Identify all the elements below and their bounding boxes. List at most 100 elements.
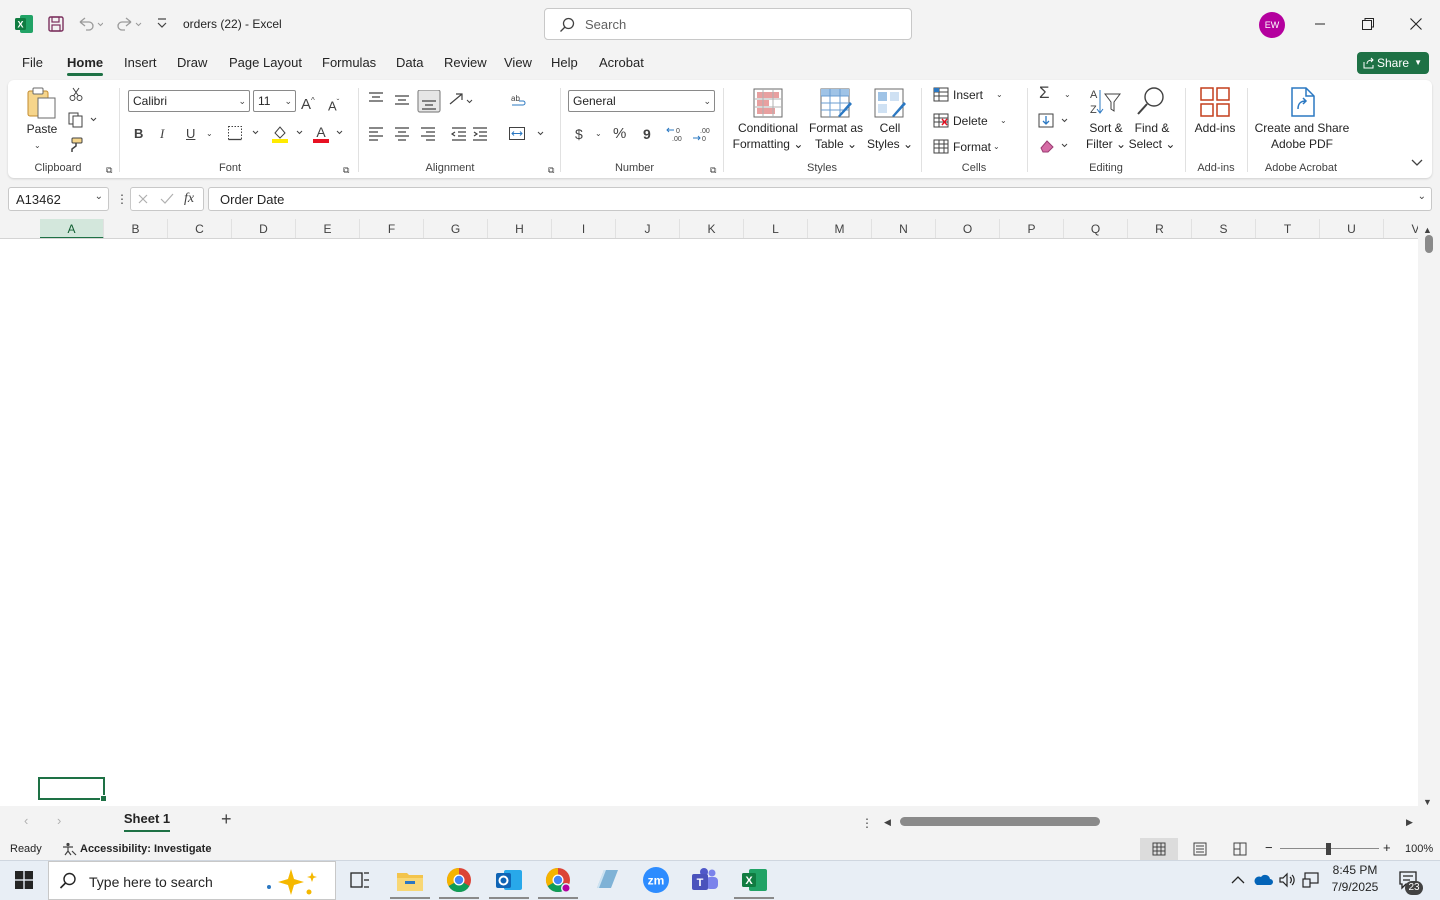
volume-icon[interactable] xyxy=(1278,871,1296,889)
customize-quick-access-icon[interactable] xyxy=(156,17,168,31)
autosum-icon[interactable]: Σ xyxy=(1039,84,1050,101)
paste-chevron-down-icon[interactable]: ⌄ xyxy=(34,138,41,154)
vertical-scrollbar[interactable] xyxy=(1418,219,1440,807)
tab-insert[interactable]: Insert xyxy=(124,55,157,70)
tab-draw[interactable]: Draw xyxy=(177,55,207,70)
chrome-icon[interactable] xyxy=(439,866,479,899)
copy-icon[interactable] xyxy=(68,112,98,128)
create-pdf-icon[interactable] xyxy=(1289,87,1317,117)
accounting-format-button[interactable]: $ xyxy=(575,126,583,142)
zoom-out-icon[interactable]: − xyxy=(1265,840,1273,855)
tab-review[interactable]: Review xyxy=(444,55,487,70)
italic-button[interactable]: I xyxy=(160,126,164,142)
insert-cells-chevron-down-icon[interactable]: ⌄ xyxy=(996,87,1003,103)
avatar[interactable]: EW xyxy=(1259,12,1285,38)
tab-acrobat[interactable]: Acrobat xyxy=(599,55,644,70)
column-header-d[interactable]: D xyxy=(232,219,296,238)
fill-icon[interactable] xyxy=(1038,113,1070,129)
column-header-c[interactable]: C xyxy=(168,219,232,238)
borders-icon[interactable] xyxy=(227,125,261,141)
column-header-p[interactable]: P xyxy=(1000,219,1064,238)
tab-file[interactable]: File xyxy=(22,55,43,70)
share-button[interactable]: Share ▼ xyxy=(1357,52,1429,74)
font-launcher-icon[interactable]: ⧉ xyxy=(343,162,349,178)
delete-cells-chevron-down-icon[interactable]: ⌄ xyxy=(1000,113,1007,129)
clear-icon[interactable] xyxy=(1038,138,1070,154)
formula-input[interactable]: Order Date ⌄ xyxy=(208,187,1432,211)
show-hidden-icons-chevron-icon[interactable] xyxy=(1230,873,1246,887)
add-sheet-icon[interactable]: + xyxy=(221,810,232,828)
sheet-tab-sheet1[interactable]: Sheet 1 xyxy=(114,806,180,834)
comma-style-button[interactable]: 9 xyxy=(643,126,651,142)
find-select-icon[interactable] xyxy=(1135,86,1167,116)
paste-button[interactable]: Paste xyxy=(26,121,58,137)
next-sheet-icon[interactable]: › xyxy=(57,813,61,829)
confirm-entry-icon[interactable] xyxy=(160,193,174,205)
decrease-decimal-icon[interactable]: .00 0 xyxy=(692,125,712,143)
format-painter-icon[interactable] xyxy=(68,137,84,153)
tab-help[interactable]: Help xyxy=(551,55,578,70)
column-header-h[interactable]: H xyxy=(488,219,552,238)
sort-filter-icon[interactable]: AZ xyxy=(1089,86,1121,116)
taskbar-clock[interactable]: 8:45 PM 7/9/2025 xyxy=(1320,862,1390,896)
teams-icon[interactable]: T xyxy=(690,866,720,894)
create-share-pdf-label-2[interactable]: Adobe PDF xyxy=(1250,136,1354,152)
format-as-table-label[interactable]: Format as xyxy=(806,120,866,136)
column-header-j[interactable]: J xyxy=(616,219,680,238)
column-header-t[interactable]: T xyxy=(1256,219,1320,238)
conditional-formatting-icon[interactable] xyxy=(753,88,783,118)
task-view-icon[interactable] xyxy=(350,870,370,890)
cut-icon[interactable] xyxy=(68,86,84,102)
active-cell-selection[interactable] xyxy=(38,777,107,802)
horizontal-scroll-thumb[interactable] xyxy=(900,817,1100,826)
zoom-app-icon[interactable]: zm xyxy=(641,866,671,894)
column-header-s[interactable]: S xyxy=(1192,219,1256,238)
select-all-corner[interactable] xyxy=(0,219,40,239)
format-cells-button[interactable]: Format xyxy=(953,139,991,155)
cell-styles-label[interactable]: Cell xyxy=(868,120,912,136)
network-icon[interactable] xyxy=(1302,871,1320,889)
column-header-g[interactable]: G xyxy=(424,219,488,238)
find-select-label-2[interactable]: Select ⌄ xyxy=(1128,136,1176,152)
previous-sheet-icon[interactable]: ‹ xyxy=(24,813,28,829)
sort-filter-label[interactable]: Sort & xyxy=(1082,120,1130,136)
conditional-formatting-label[interactable]: Conditional xyxy=(728,120,808,136)
number-format-select[interactable]: General ⌄ xyxy=(568,90,715,112)
cell-styles-label-2[interactable]: Styles ⌄ xyxy=(864,136,916,152)
increase-font-size-icon[interactable]: A^ xyxy=(301,93,315,113)
redo-icon[interactable] xyxy=(116,15,142,33)
add-ins-button[interactable]: Add-ins xyxy=(1190,120,1240,136)
onedrive-icon[interactable] xyxy=(1253,871,1273,887)
scroll-right-icon[interactable]: ▶ xyxy=(1406,814,1413,830)
increase-decimal-icon[interactable]: 0.00 xyxy=(666,125,686,143)
more-options-icon[interactable]: ⋮ xyxy=(116,191,128,207)
outlook-icon[interactable] xyxy=(489,866,529,899)
accounting-chevron-down-icon[interactable]: ⌄ xyxy=(595,126,602,142)
save-icon[interactable] xyxy=(47,15,65,33)
format-cells-chevron-down-icon[interactable]: ⌄ xyxy=(993,139,1000,155)
column-header-e[interactable]: E xyxy=(296,219,360,238)
bold-button[interactable]: B xyxy=(134,126,143,142)
column-header-l[interactable]: L xyxy=(744,219,808,238)
font-family-select[interactable]: Calibri ⌄ xyxy=(128,90,250,112)
excel-taskbar-icon[interactable]: X xyxy=(734,866,774,899)
underline-chevron-down-icon[interactable]: ⌄ xyxy=(206,126,213,142)
font-color-icon[interactable]: A xyxy=(312,124,346,144)
restore-icon[interactable] xyxy=(1361,17,1375,31)
decrease-font-size-icon[interactable]: Aˇ xyxy=(328,95,339,114)
column-header-m[interactable]: M xyxy=(808,219,872,238)
tab-view[interactable]: View xyxy=(504,55,532,70)
vertical-scroll-thumb[interactable] xyxy=(1425,235,1433,253)
insert-function-button[interactable]: fx xyxy=(184,191,194,207)
name-box[interactable]: A13462 ⌄ xyxy=(8,187,109,211)
column-header-f[interactable]: F xyxy=(360,219,424,238)
taskbar-search-box[interactable]: Type here to search xyxy=(48,861,336,900)
chrome-profile-icon[interactable] xyxy=(538,866,578,899)
alignment-launcher-icon[interactable]: ⧉ xyxy=(548,162,554,178)
conditional-formatting-label-2[interactable]: Formatting ⌄ xyxy=(728,136,808,152)
add-ins-icon[interactable] xyxy=(1199,86,1231,118)
create-share-pdf-label[interactable]: Create and Share xyxy=(1250,120,1354,136)
tab-split-handle[interactable]: ⋮ xyxy=(861,815,873,831)
column-header-u[interactable]: U xyxy=(1320,219,1384,238)
format-as-table-icon[interactable] xyxy=(820,88,852,118)
